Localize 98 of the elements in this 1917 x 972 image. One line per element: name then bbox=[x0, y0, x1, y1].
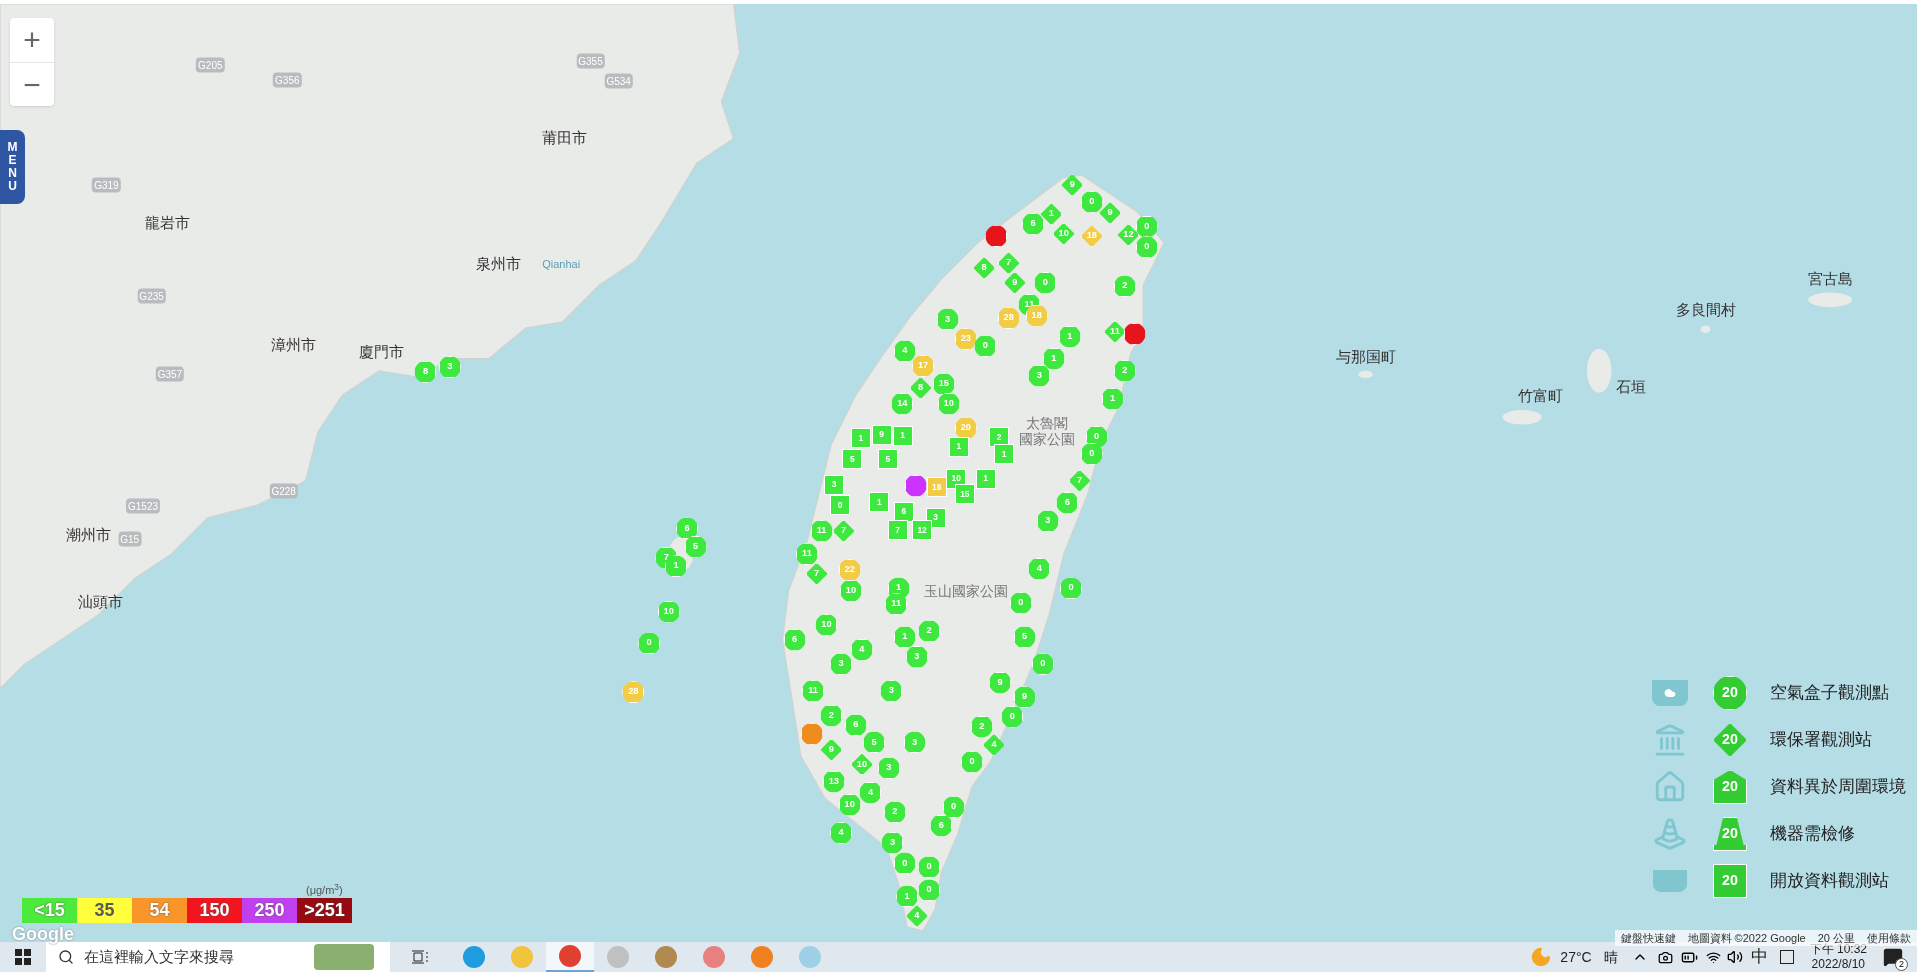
island-area bbox=[1586, 348, 1612, 393]
place-label: G1523 bbox=[126, 499, 161, 514]
place-label: G319 bbox=[92, 177, 121, 193]
zoom-in-button[interactable]: + bbox=[10, 18, 54, 62]
station-marker[interactable]: 18 bbox=[926, 477, 947, 498]
search-icon bbox=[58, 949, 74, 965]
legend-label: 空氣盒子觀測點 bbox=[1770, 682, 1889, 705]
island-area bbox=[1358, 370, 1373, 379]
station-marker[interactable]: 20 bbox=[1713, 770, 1747, 804]
station-marker[interactable]: 1 bbox=[850, 428, 871, 449]
place-label: 玉山國家公園 bbox=[923, 581, 1008, 601]
place-label: 莆田市 bbox=[542, 128, 588, 149]
legend-label: 環保署觀測站 bbox=[1770, 729, 1872, 752]
task-view-icon[interactable] bbox=[411, 949, 429, 965]
cloud-box-icon bbox=[1652, 680, 1688, 706]
place-label: G357 bbox=[155, 366, 185, 382]
unit-label: (μg/m$^{3}$) bbox=[306, 882, 343, 898]
legend-label: 開放資料觀測站 bbox=[1770, 870, 1889, 893]
attribution-text: 地圖資料 ©2022 Google bbox=[1686, 930, 1807, 946]
cone-icon bbox=[1653, 817, 1687, 851]
temperature-text: 27°C bbox=[1560, 947, 1592, 967]
station-marker[interactable]: 3 bbox=[824, 474, 845, 495]
pm-level-swatch: <15 bbox=[22, 898, 77, 923]
station-marker[interactable]: 4 bbox=[830, 821, 853, 844]
place-label: G205 bbox=[196, 57, 225, 73]
weather-text: 晴 bbox=[1603, 947, 1618, 967]
camera-icon[interactable] bbox=[1657, 949, 1673, 965]
station-marker[interactable]: 11 bbox=[795, 543, 818, 566]
place-label: 汕頭市 bbox=[77, 591, 123, 612]
place-label: G534 bbox=[604, 73, 633, 89]
station-marker[interactable]: 6 bbox=[676, 517, 699, 540]
search-bar[interactable]: 在這裡輸入文字來搜尋 bbox=[46, 942, 390, 972]
station-marker[interactable]: 15 bbox=[954, 484, 975, 505]
island-area bbox=[1700, 325, 1711, 333]
place-label: 多良間村 bbox=[1675, 299, 1736, 320]
ime-indicator[interactable]: 中 bbox=[1750, 944, 1768, 970]
station-marker[interactable]: 10 bbox=[657, 600, 680, 623]
station-marker[interactable]: 5 bbox=[877, 449, 898, 469]
station-marker[interactable]: 5 bbox=[842, 449, 863, 469]
place-label: 石垣 bbox=[1615, 376, 1646, 397]
place-label: 宮古島 bbox=[1807, 268, 1853, 289]
station-marker[interactable]: 20 bbox=[1713, 864, 1747, 898]
station-marker[interactable]: 20 bbox=[1713, 723, 1747, 757]
windows-start-icon[interactable] bbox=[15, 949, 31, 965]
pm-level-swatch: >251 bbox=[297, 898, 352, 923]
clock-date[interactable]: 2022/8/10 bbox=[1811, 957, 1865, 972]
station-marker[interactable]: 8 bbox=[414, 361, 437, 383]
pm-level-swatch: 250 bbox=[242, 898, 297, 923]
place-label: 与那国町 bbox=[1335, 347, 1396, 368]
station-marker[interactable]: 0 bbox=[830, 495, 851, 516]
wifi-icon[interactable] bbox=[1705, 949, 1721, 965]
station-marker[interactable] bbox=[985, 225, 1008, 248]
station-marker[interactable]: 1 bbox=[993, 444, 1014, 465]
notification-badge: 2 bbox=[1895, 958, 1908, 971]
station-marker[interactable]: 1 bbox=[896, 885, 919, 908]
taskbar-app-button[interactable] bbox=[546, 942, 594, 972]
island-area bbox=[1502, 409, 1542, 425]
place-label: G356 bbox=[273, 72, 302, 88]
station-marker[interactable]: 1 bbox=[869, 491, 890, 512]
place-label: 太魯閣 bbox=[1025, 413, 1068, 432]
moon-icon bbox=[1530, 946, 1553, 968]
station-marker[interactable]: 28 bbox=[622, 681, 645, 704]
shortcuts-link[interactable]: 鍵盤快速鍵 bbox=[1614, 929, 1682, 947]
place-label: G235 bbox=[137, 288, 166, 304]
ime-mode-icon[interactable] bbox=[1779, 950, 1794, 964]
place-label: G228 bbox=[269, 483, 298, 499]
legend-label: 資料異於周圍環境 bbox=[1770, 776, 1906, 799]
place-label: G15 bbox=[118, 532, 142, 547]
place-label: G355 bbox=[576, 53, 605, 69]
tree-picture bbox=[314, 944, 374, 970]
place-label: 竹富町 bbox=[1517, 386, 1563, 407]
place-label: Qianhai bbox=[542, 257, 581, 273]
station-marker[interactable]: 0 bbox=[1031, 653, 1054, 676]
station-marker[interactable]: 12 bbox=[912, 519, 933, 540]
station-marker[interactable]: 3 bbox=[438, 356, 461, 379]
place-label: 龍岩市 bbox=[145, 212, 190, 233]
station-marker[interactable]: 20 bbox=[1713, 817, 1747, 851]
place-label: 國家公園 bbox=[1018, 430, 1075, 449]
place-label: 漳州市 bbox=[270, 334, 316, 355]
station-marker[interactable]: 0 bbox=[1060, 577, 1082, 600]
search-input[interactable]: 在這裡輸入文字來搜尋 bbox=[84, 945, 304, 969]
island-area bbox=[1808, 292, 1853, 308]
legend-label: 機器需檢修 bbox=[1770, 823, 1855, 846]
pm-level-swatch: 35 bbox=[77, 898, 132, 923]
scale-label: 20 公里 bbox=[1816, 930, 1856, 944]
place-label: 潮州市 bbox=[65, 524, 111, 545]
station-marker[interactable]: 2 bbox=[989, 427, 1010, 447]
landmark-icon bbox=[1653, 723, 1687, 757]
place-label: 泉州市 bbox=[476, 254, 522, 275]
menu-button[interactable]: MENU bbox=[0, 130, 25, 204]
station-marker[interactable]: 0 bbox=[638, 632, 661, 655]
speaker-icon[interactable] bbox=[1726, 949, 1743, 965]
station-marker[interactable]: 20 bbox=[1713, 676, 1747, 710]
zoom-out-button[interactable]: − bbox=[10, 62, 54, 106]
place-label: 廈門市 bbox=[358, 342, 404, 363]
house-icon bbox=[1653, 770, 1687, 804]
pm-level-swatch: 54 bbox=[132, 898, 187, 923]
pm-level-swatch: 150 bbox=[187, 898, 242, 923]
